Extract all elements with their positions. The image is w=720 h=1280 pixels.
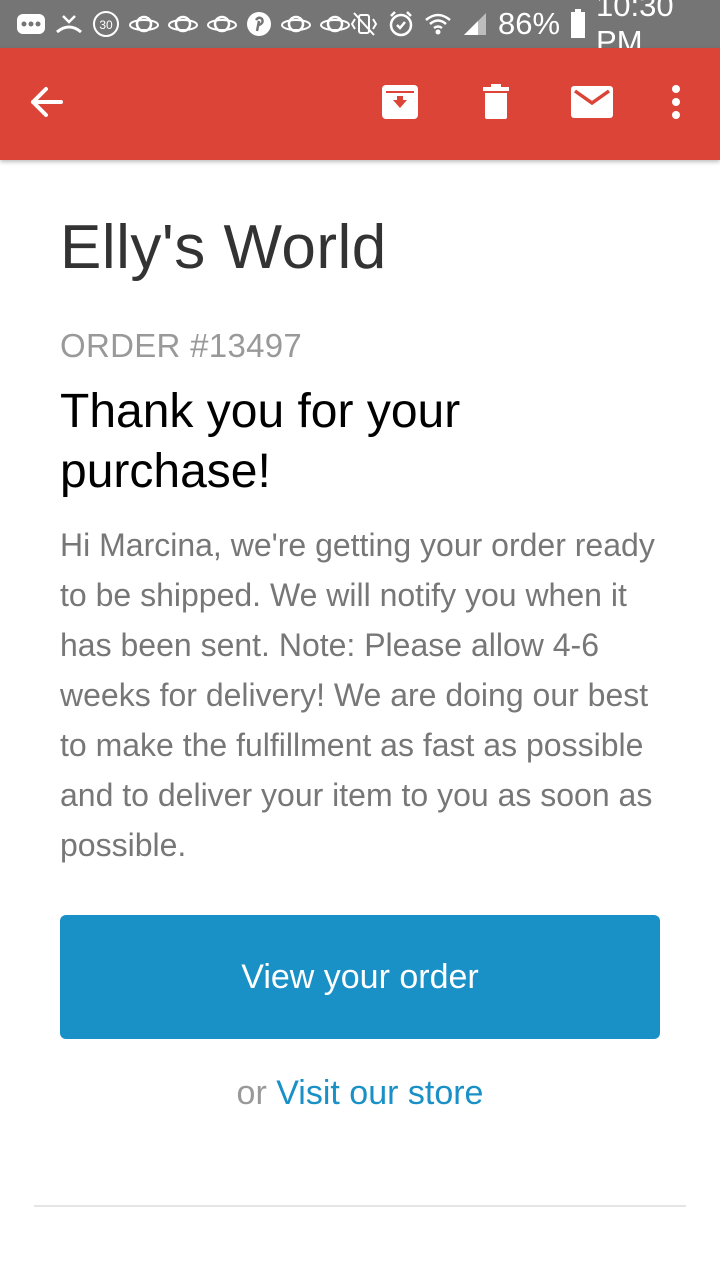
mail-icon (571, 85, 613, 123)
or-text: or (236, 1074, 267, 1112)
status-notification-icons: 30 (16, 10, 350, 38)
back-button[interactable] (10, 48, 82, 160)
divider (34, 1205, 686, 1207)
archive-icon (381, 83, 419, 126)
more-options-button[interactable] (640, 48, 712, 160)
badge-30-text: 30 (99, 18, 113, 32)
wifi-icon (424, 11, 452, 37)
status-bar: 30 86% 10:30 PM (0, 0, 720, 59)
delete-icon (482, 83, 510, 125)
more-vert-icon (671, 84, 681, 124)
alarm-icon (388, 10, 414, 38)
saturn-icon (320, 12, 350, 36)
order-message: Hi Marcina, we're getting your order rea… (60, 527, 655, 863)
signal-icon (462, 11, 488, 37)
archive-button[interactable] (364, 48, 436, 160)
back-icon (29, 85, 63, 124)
email-toolbar (0, 48, 720, 160)
battery-percentage: 86% (498, 6, 561, 41)
saturn-icon (129, 12, 159, 36)
pinterest-icon (246, 11, 272, 37)
order-number: ORDER #13497 (60, 327, 303, 364)
visit-store-link[interactable]: Visit our store (276, 1074, 483, 1112)
vibrate-icon (350, 11, 378, 37)
missed-call-icon (55, 12, 83, 36)
view-order-label: View your order (241, 957, 479, 996)
badge-30-icon: 30 (92, 10, 120, 38)
saturn-icon (281, 12, 311, 36)
delete-button[interactable] (460, 48, 532, 160)
shop-name: Elly's World (60, 213, 387, 282)
battery-icon (570, 9, 586, 39)
store-link-line: or Visit our store (0, 1074, 720, 1113)
saturn-icon (168, 12, 198, 36)
saturn-icon (207, 12, 237, 36)
thank-you-heading: Thank you for your purchase! (60, 385, 461, 498)
view-order-button[interactable]: View your order (60, 915, 660, 1039)
more-notifications-icon (16, 13, 46, 35)
mark-unread-button[interactable] (556, 48, 628, 160)
